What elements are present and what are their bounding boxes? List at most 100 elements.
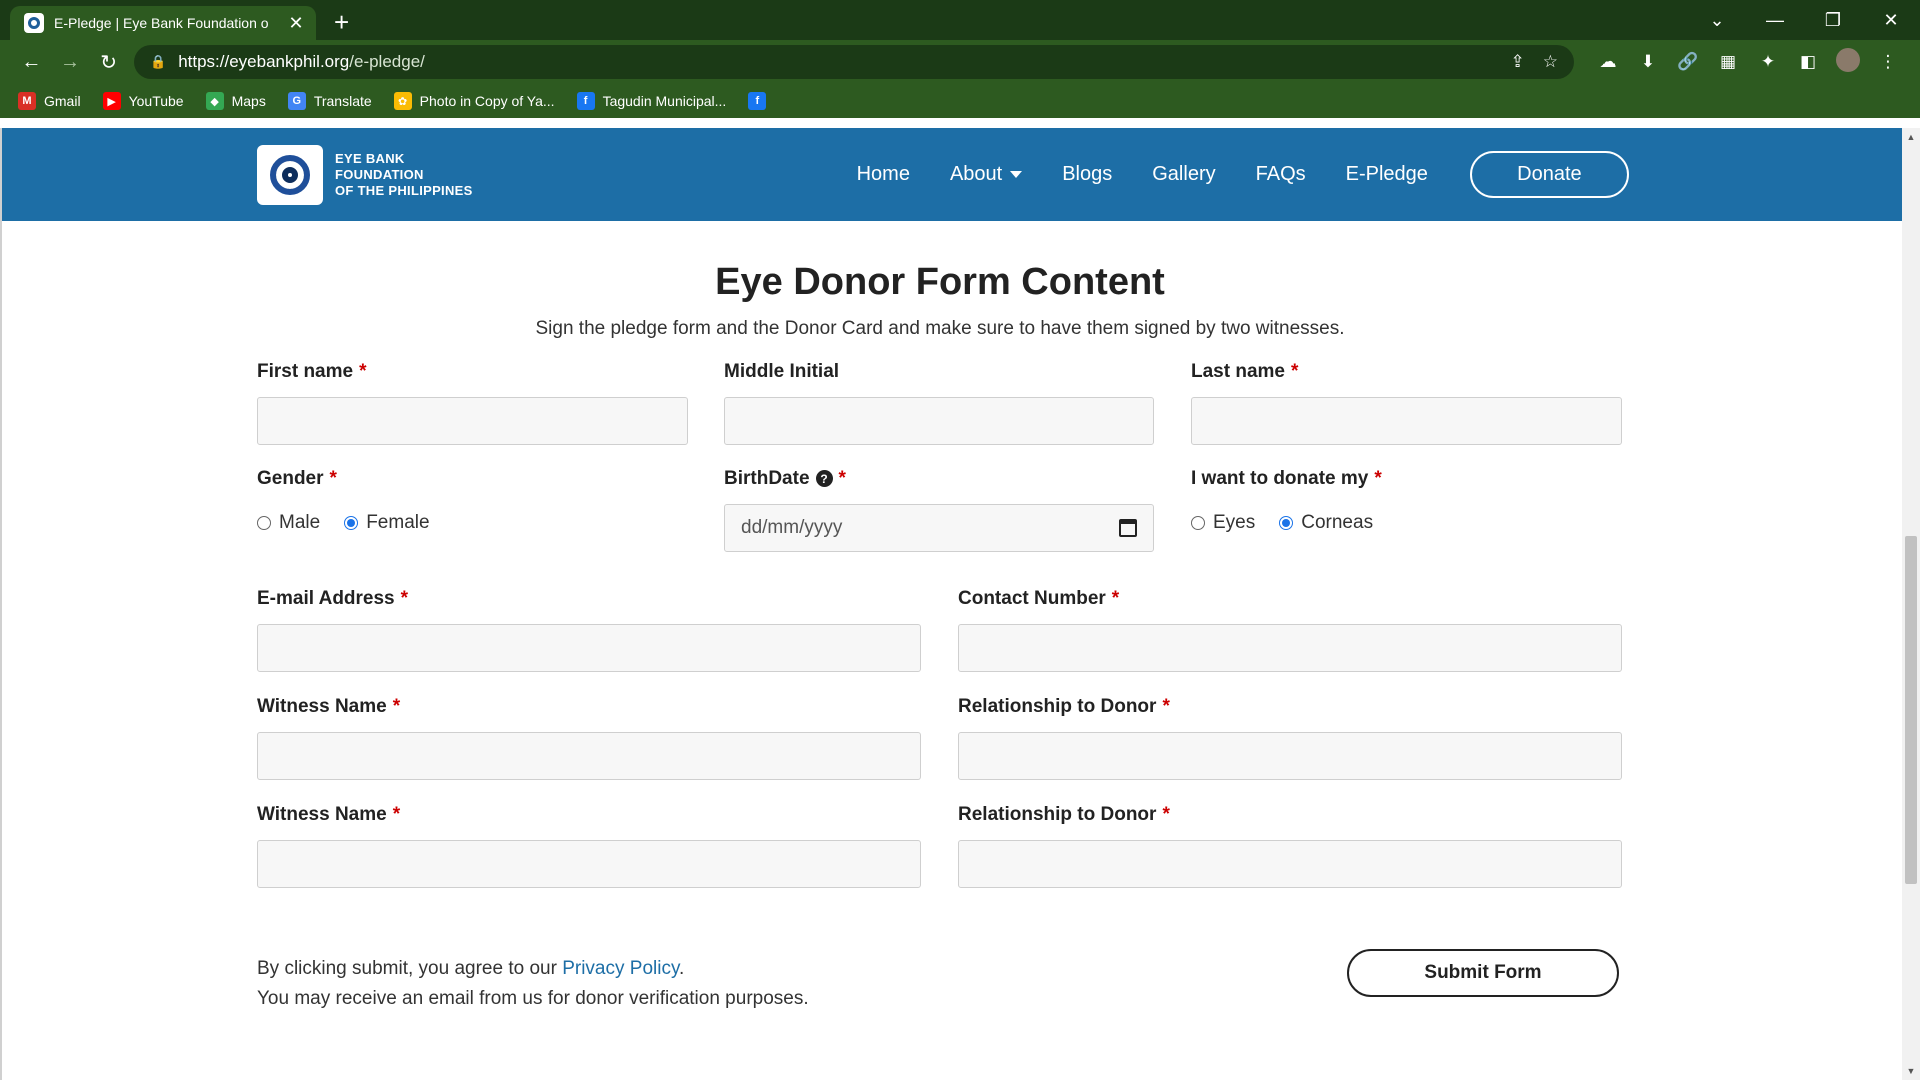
bookmark-item[interactable]: ✿ Photo in Copy of Ya... [393,92,555,110]
eye-bank-logo-icon[interactable] [257,144,323,205]
browser-toolbar: ← → ↻ 🔒 https://eyebankphil.org/e-pledge… [0,40,1920,84]
side-panel-icon[interactable]: ◧ [1788,52,1828,72]
bookmark-item[interactable]: G Translate [287,92,372,110]
submit-form-button[interactable]: Submit Form [1347,949,1619,997]
lock-icon[interactable]: 🔒 [150,54,166,70]
bookmark-item[interactable]: f Tagudin Municipal... [576,92,727,110]
nav-home[interactable]: Home [857,163,910,186]
forward-button[interactable]: → [51,51,90,74]
relationship-2-group: Relationship to Donor * [958,804,1622,888]
nav-about[interactable]: About [950,163,1023,186]
cloud-download-icon[interactable]: ☁ [1588,52,1628,72]
download-icon[interactable]: ⬇ [1628,52,1668,72]
address-bar[interactable]: 🔒 https://eyebankphil.org/e-pledge/ ⇪ ☆ [134,45,1575,79]
form-section: Eye Donor Form Content Sign the pledge f… [257,221,1623,1009]
bookmark-label: Tagudin Municipal... [602,93,727,109]
page-scrollbar[interactable]: ▲ ▼ [1902,128,1920,1080]
gender-label: Gender * [257,468,688,490]
nav-gallery[interactable]: Gallery [1152,163,1215,186]
window-controls: ⌄ — ❐ ✕ [1688,0,1920,40]
logo-line: FOUNDATION [335,166,424,182]
url-text[interactable]: https://eyebankphil.org/e-pledge/ [178,52,1492,72]
calendar-icon[interactable] [1119,519,1137,537]
radio-circle[interactable] [1191,516,1205,530]
menu-kebab-icon[interactable]: ⋮ [1868,52,1908,72]
first-name-group: First name * [257,361,688,445]
relationship-2-label: Relationship to Donor * [958,804,1622,826]
restore-button[interactable]: ❐ [1804,10,1862,31]
gender-male-radio[interactable]: Male [257,512,320,534]
help-question-icon[interactable]: ? [815,470,833,488]
donate-eyes-radio[interactable]: Eyes [1191,512,1255,534]
maps-icon: ◆ [205,92,224,110]
bookmark-star-icon[interactable]: ☆ [1543,52,1558,72]
relationship-1-input[interactable] [958,732,1622,780]
witness-1-input[interactable] [257,732,921,780]
facebook-icon: f [748,92,767,110]
middle-initial-group: Middle Initial [724,361,1154,445]
extensions-puzzle-icon[interactable]: ✦ [1748,52,1788,72]
nav-faqs[interactable]: FAQs [1256,163,1306,186]
site-header: EYE BANK FOUNDATION OF THE PHILIPPINES H… [2,128,1920,221]
bookmark-item[interactable]: f [748,92,774,110]
clapper-icon[interactable]: ▦ [1708,52,1748,72]
gender-radio-group: Male Female [257,512,688,534]
profile-avatar[interactable] [1828,47,1868,77]
link-icon[interactable]: 🔗 [1668,52,1708,72]
relationship-2-input[interactable] [958,840,1622,888]
first-name-label: First name * [257,361,688,383]
required-mark: * [1290,361,1299,382]
logo-text[interactable]: EYE BANK FOUNDATION OF THE PHILIPPINES [335,151,473,199]
witness-2-label-text: Witness Name [257,804,387,825]
donate-corneas-radio[interactable]: Corneas [1279,512,1373,534]
nav-blogs[interactable]: Blogs [1062,163,1112,186]
scroll-up-arrow-icon[interactable]: ▲ [1902,132,1920,142]
nav-e-pledge[interactable]: E-Pledge [1346,163,1428,186]
minimize-button[interactable]: — [1746,10,1804,31]
birthdate-input[interactable]: dd/mm/yyyy [724,504,1154,552]
bookmark-item[interactable]: ▶ YouTube [102,92,184,110]
site-favicon-icon [24,13,44,33]
middle-initial-input[interactable] [724,397,1154,445]
tab-search-icon[interactable]: ⌄ [1688,10,1746,31]
required-mark: * [1374,468,1382,489]
email-input[interactable] [257,624,921,672]
back-button[interactable]: ← [12,51,51,74]
radio-circle[interactable] [257,516,271,530]
url-host: https://eyebankphil.org [178,52,350,71]
first-name-input[interactable] [257,397,688,445]
photos-icon: ✿ [393,92,412,110]
radio-circle-selected[interactable] [344,516,359,530]
required-mark: * [1162,804,1170,825]
witness-2-input[interactable] [257,840,921,888]
scrollbar-thumb[interactable] [1905,536,1917,884]
scroll-down-arrow-icon[interactable]: ▼ [1902,1066,1920,1076]
email-label-text: E-mail Address [257,588,395,609]
bookmark-label: Translate [313,93,372,109]
close-window-button[interactable]: ✕ [1862,10,1920,31]
donate-my-label-text: I want to donate my [1191,468,1369,489]
reload-button[interactable]: ↻ [89,50,128,75]
radio-circle-selected[interactable] [1279,516,1294,530]
logo-line: EYE BANK [335,150,405,166]
witness-1-label: Witness Name * [257,696,921,718]
consent-note: By clicking submit, you agree to our Pri… [257,954,809,1014]
donate-my-label: I want to donate my * [1191,468,1622,490]
privacy-policy-link[interactable]: Privacy Policy [562,958,679,979]
bookmark-item[interactable]: ◆ Maps [205,92,266,110]
tab-close-icon[interactable]: ✕ [286,13,306,34]
required-mark: * [359,361,367,382]
last-name-input[interactable] [1191,397,1622,445]
gender-female-radio[interactable]: Female [344,512,430,534]
new-tab-button[interactable]: + [334,6,349,40]
share-icon[interactable]: ⇪ [1511,52,1525,72]
last-name-label-text: Last name [1191,361,1285,382]
browser-tab[interactable]: E-Pledge | Eye Bank Foundation o ✕ [10,6,316,40]
consent-suffix: . [679,958,685,979]
email-label: E-mail Address * [257,588,921,610]
required-mark: * [1111,588,1120,609]
contact-number-input[interactable] [958,624,1622,672]
bookmark-item[interactable]: M Gmail [18,92,81,110]
donate-button[interactable]: Donate [1469,151,1629,198]
extensions-area: ☁ ⬇ 🔗 ▦ ✦ ◧ ⋮ [1588,47,1908,77]
